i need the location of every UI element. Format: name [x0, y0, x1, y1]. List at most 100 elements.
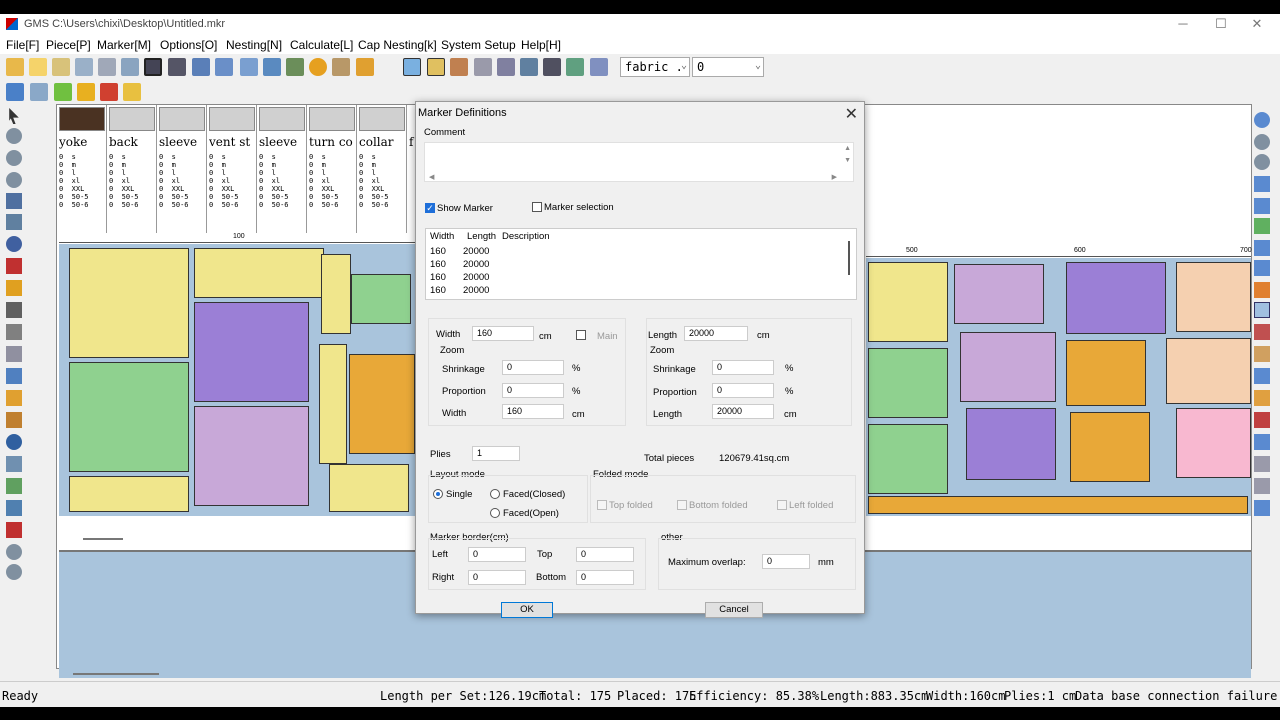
back-piece[interactable] — [69, 248, 189, 358]
piece-green-2[interactable] — [868, 424, 948, 494]
layout-icon[interactable] — [403, 58, 421, 76]
strips-piece[interactable] — [69, 476, 189, 512]
close-window-button[interactable]: ✕ — [1242, 16, 1272, 34]
piece-thumbnail[interactable] — [259, 107, 305, 131]
piece-orange[interactable] — [1066, 340, 1146, 406]
top-folded-checkbox[interactable] — [597, 500, 607, 510]
piece-purple-2[interactable] — [966, 408, 1056, 480]
rotate-icon[interactable] — [240, 58, 258, 76]
piece-lavender[interactable] — [954, 264, 1044, 324]
menu-calculate[interactable]: Calculate[L] — [290, 38, 353, 52]
back-piece-lavender[interactable] — [194, 406, 309, 506]
text-a-icon[interactable] — [356, 58, 374, 76]
open-icon[interactable] — [6, 58, 24, 76]
piece-column-sleeve-2[interactable]: sleeve 0 s 0 m 0 l 0 xl 0 XXL 0 50-5 0 5… — [257, 105, 307, 233]
table-scrollbar[interactable] — [848, 241, 850, 275]
edit-piece-icon[interactable] — [123, 83, 141, 101]
select-icon[interactable] — [6, 214, 22, 230]
import-icon[interactable] — [6, 83, 24, 101]
piece-orange-2[interactable] — [1070, 412, 1150, 482]
front-piece-green[interactable] — [69, 362, 189, 472]
calc-icon[interactable] — [450, 58, 468, 76]
rotate-tool-icon[interactable] — [6, 302, 22, 318]
bottom-folded-checkbox[interactable] — [677, 500, 687, 510]
marker-layout-left[interactable] — [59, 244, 415, 516]
length-input[interactable]: 20000 — [684, 326, 748, 341]
piece-peach-2[interactable] — [1166, 338, 1251, 404]
piece-thumbnail[interactable] — [209, 107, 255, 131]
piece-column-collar[interactable]: collar 0 s 0 m 0 l 0 xl 0 XXL 0 50-5 0 5… — [357, 105, 407, 233]
single-radio[interactable] — [433, 489, 443, 499]
settings-right-icon[interactable] — [1254, 478, 1270, 494]
front-piece[interactable] — [194, 302, 309, 402]
piece-column-turn-collar[interactable]: turn co 0 s 0 m 0 l 0 xl 0 XXL 0 50-5 0 … — [307, 105, 357, 233]
piece-column-vent[interactable]: vent st 0 s 0 m 0 l 0 xl 0 XXL 0 50-5 0 … — [207, 105, 257, 233]
nest-tool-icon[interactable] — [6, 434, 22, 450]
max-overlap-input[interactable]: 0 — [762, 554, 810, 569]
piece-purple[interactable] — [1066, 262, 1166, 334]
piece-tool-icon[interactable] — [6, 500, 22, 516]
cuff-piece[interactable] — [329, 464, 409, 512]
piece-green[interactable] — [868, 348, 948, 418]
menu-file[interactable]: File[F] — [6, 38, 39, 52]
search-icon[interactable] — [6, 236, 22, 252]
menu-nesting[interactable]: Nesting[N] — [226, 38, 282, 52]
cancel-button[interactable]: Cancel — [705, 602, 763, 618]
circle-icon[interactable] — [309, 58, 327, 76]
minimize-button[interactable]: ─ — [1168, 16, 1198, 34]
marker-layout-right[interactable] — [866, 258, 1251, 516]
piece-peach[interactable] — [1176, 262, 1251, 332]
new-icon[interactable] — [29, 58, 47, 76]
refresh-icon[interactable] — [1254, 240, 1270, 256]
add-piece-yellow-icon[interactable] — [77, 83, 95, 101]
image-icon[interactable] — [30, 83, 48, 101]
edit-right-icon[interactable] — [1254, 346, 1270, 362]
piece-thumbnail[interactable] — [309, 107, 355, 131]
zoom-in-right-icon[interactable] — [1254, 134, 1270, 150]
align-icon[interactable] — [6, 456, 22, 472]
width-input[interactable]: 160 — [472, 326, 534, 341]
zoom-tool-icon[interactable] — [6, 544, 22, 560]
menu-system-setup[interactable]: System Setup — [441, 38, 516, 52]
nest-icon[interactable] — [497, 58, 515, 76]
border-top-input[interactable]: 0 — [576, 547, 634, 562]
table-row-length[interactable]: 20000 — [463, 246, 489, 257]
tools-icon[interactable] — [286, 58, 304, 76]
list-icon[interactable] — [1254, 368, 1270, 384]
collar-piece[interactable] — [351, 274, 411, 324]
zoom-length-input[interactable]: 20000 — [712, 404, 774, 419]
arrange-icon[interactable] — [6, 478, 22, 494]
table-row-length[interactable]: 20000 — [463, 259, 489, 270]
yoke-piece[interactable] — [194, 248, 324, 298]
m-icon[interactable] — [6, 412, 22, 428]
pointer-icon[interactable] — [9, 108, 19, 124]
fabric-icon[interactable] — [590, 58, 608, 76]
table-row-length[interactable]: 20000 — [463, 272, 489, 283]
fabric-index-select[interactable]: 0 ⌄ — [692, 57, 764, 77]
zoom-in-icon[interactable] — [6, 150, 22, 166]
scroll-thumb[interactable] — [83, 538, 123, 540]
zoom-width-input[interactable]: 160 — [502, 404, 564, 419]
folder-icon[interactable] — [52, 58, 70, 76]
placket-piece[interactable] — [319, 344, 347, 464]
table-row-width[interactable]: 160 — [430, 259, 446, 270]
scroll-thumb-lower[interactable] — [73, 673, 159, 675]
grid-icon[interactable] — [98, 58, 116, 76]
piece-thumbnail[interactable] — [359, 107, 405, 131]
group-icon[interactable] — [6, 390, 22, 406]
piece-lavender-2[interactable] — [960, 332, 1056, 402]
maximize-button[interactable]: ☐ — [1206, 16, 1236, 34]
marker-table[interactable]: Width Length Description 160 20000 160 2… — [425, 228, 857, 300]
close-icon[interactable]: ✕ — [845, 104, 858, 124]
view-icon[interactable] — [1254, 198, 1270, 214]
comment-textarea[interactable]: ▲ ▼ ◀ ▶ — [424, 142, 854, 182]
table-icon[interactable] — [332, 58, 350, 76]
piece-thumbnail[interactable] — [159, 107, 205, 131]
menu-help[interactable]: Help[H] — [521, 38, 561, 52]
proportion-input-right[interactable]: 0 — [712, 383, 774, 398]
marker-icon[interactable] — [427, 58, 445, 76]
plies-input[interactable]: 1 — [472, 446, 520, 461]
note-icon[interactable] — [1254, 324, 1270, 340]
zoom-box-icon[interactable] — [168, 58, 186, 76]
print-icon[interactable] — [121, 58, 139, 76]
